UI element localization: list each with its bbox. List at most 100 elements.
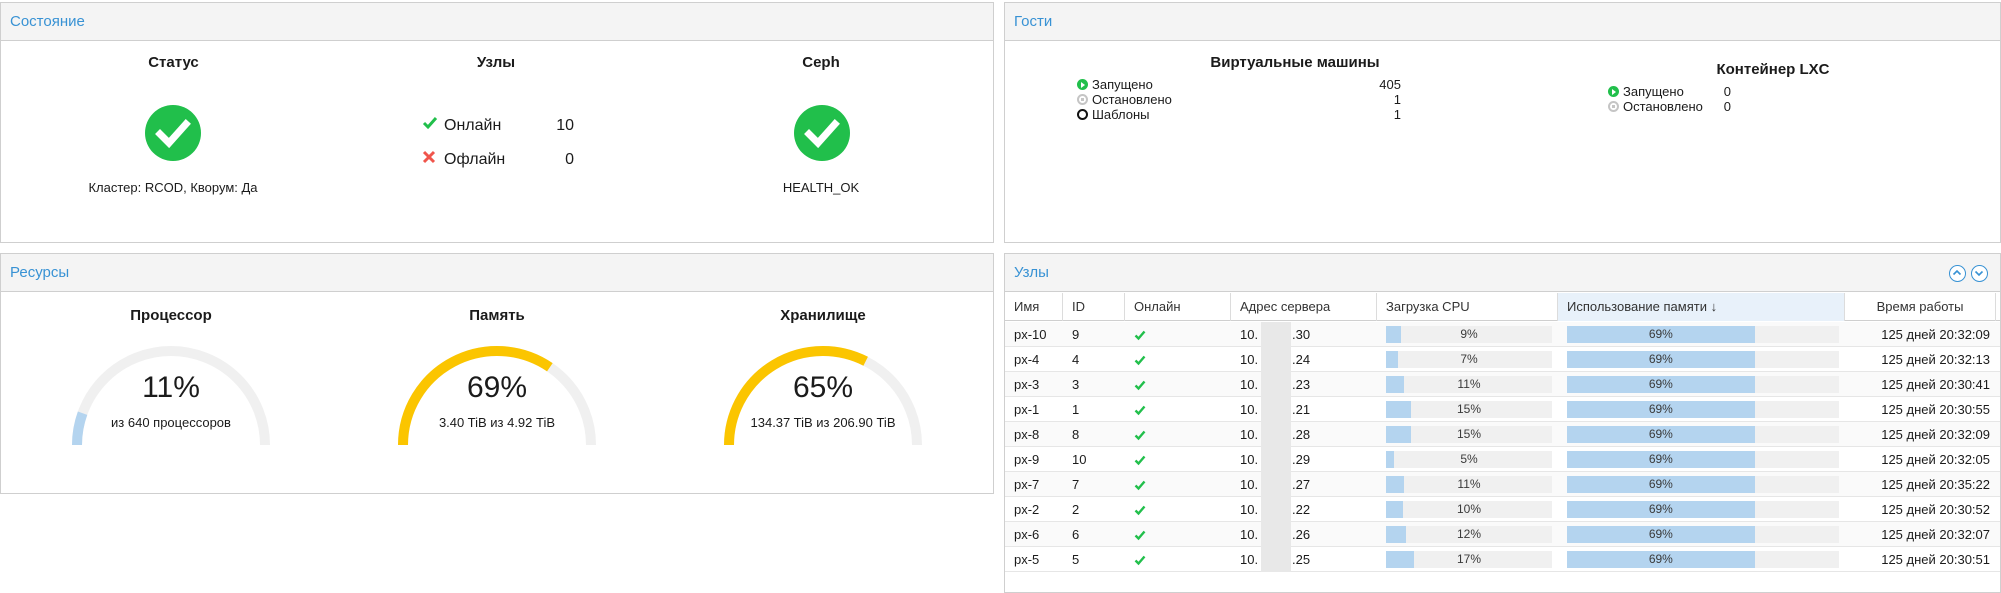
cpu-usage-text: 15%	[1456, 402, 1482, 416]
memory-usage-bar: 69%	[1567, 326, 1839, 343]
address-suffix: .30	[1292, 327, 1311, 342]
gauge-caption: 3.40 TiB из 4.92 TiB	[438, 415, 556, 430]
node-name: px-1	[1014, 402, 1040, 417]
address-prefix: 10.	[1240, 552, 1259, 567]
online-check-icon	[1125, 422, 1146, 447]
table-row[interactable]: px-5 5 10. .25 17% 69% 125 дней 20:30:51	[1005, 547, 2000, 572]
table-row[interactable]: px-3 3 10. .23 11% 69% 125 дней 20:30:41	[1005, 372, 2000, 397]
cpu-usage-bar: 11%	[1386, 376, 1552, 393]
cpu-usage-text: 5%	[1460, 452, 1478, 466]
guest-row: Остановлено	[1608, 99, 1703, 114]
guest-row: Запущено	[1077, 77, 1153, 92]
memory-usage-bar: 69%	[1567, 501, 1839, 518]
memory-usage-text: 69%	[1648, 402, 1673, 416]
guest-row: Запущено	[1608, 84, 1684, 99]
address-prefix: 10.	[1240, 402, 1259, 417]
node-id: 2	[1072, 502, 1080, 517]
cpu-usage-bar: 11%	[1386, 476, 1552, 493]
memory-usage-text: 69%	[1648, 477, 1673, 491]
col-memory[interactable]: Использование памяти ↓	[1558, 293, 1845, 321]
col-address[interactable]: Адрес сервера	[1231, 293, 1377, 321]
node-uptime: 125 дней 20:30:41	[1881, 377, 1990, 392]
node-uptime: 125 дней 20:32:09	[1881, 327, 1990, 342]
node-name: px-4	[1014, 352, 1040, 367]
cpu-usage-text: 11%	[1457, 477, 1481, 491]
memory-usage-text: 69%	[1648, 327, 1673, 341]
nodes-offline-row: Офлайн 0	[422, 150, 574, 169]
table-row[interactable]: px-1 1 10. .21 15% 69% 125 дней 20:30:55	[1005, 397, 2000, 422]
status-panel: Состояние Статус Кластер: RCOD, Кворум: …	[0, 2, 994, 243]
address-prefix: 10.	[1240, 327, 1259, 342]
memory-usage-bar: 69%	[1567, 351, 1839, 368]
online-label: Онлайн	[444, 116, 502, 134]
vms-heading: Виртуальные машины	[1210, 54, 1380, 71]
nodes-online-row: Онлайн 10	[422, 116, 574, 135]
guest-count: 0	[1723, 84, 1731, 99]
table-row[interactable]: px-6 6 10. .26 12% 69% 125 дней 20:32:07	[1005, 522, 2000, 547]
cpu-usage-text: 17%	[1456, 552, 1482, 566]
node-uptime: 125 дней 20:32:09	[1881, 427, 1990, 442]
table-row[interactable]: px-8 8 10. .28 15% 69% 125 дней 20:32:09	[1005, 422, 2000, 447]
address-prefix: 10.	[1240, 352, 1259, 367]
guest-count: 1	[1393, 92, 1401, 107]
address-suffix: .23	[1292, 377, 1311, 392]
address-suffix: .28	[1292, 427, 1311, 442]
memory-usage-text: 69%	[1648, 527, 1673, 541]
col-cpu[interactable]: Загрузка CPU	[1377, 293, 1558, 321]
memory-usage-text: 69%	[1648, 377, 1673, 391]
ceph-ok-icon[interactable]	[794, 105, 850, 161]
guests-panel: Гости Виртуальные машины Запущено 405 Оста…	[1004, 2, 2001, 243]
ceph-heading: Ceph	[802, 54, 840, 71]
table-row[interactable]: px-9 10 10. .29 5% 69% 125 дней 20:32:05	[1005, 447, 2000, 472]
gauge-percent: 69%	[466, 371, 528, 404]
col-id[interactable]: ID	[1063, 293, 1125, 321]
expand-down-icon[interactable]	[1971, 265, 1988, 282]
memory-usage-bar: 69%	[1567, 426, 1839, 443]
online-check-icon	[1125, 397, 1146, 422]
memory-usage-text: 69%	[1648, 427, 1673, 441]
node-name: px-3	[1014, 377, 1040, 392]
node-name: px-6	[1014, 527, 1040, 542]
node-uptime: 125 дней 20:32:05	[1881, 452, 1990, 467]
memory-usage-text: 69%	[1648, 452, 1673, 466]
table-row[interactable]: px-7 7 10. .27 11% 69% 125 дней 20:35:22	[1005, 472, 2000, 497]
cpu-usage-bar: 10%	[1386, 501, 1552, 518]
gauge-caption: из 640 процессоров	[111, 415, 231, 430]
memory-usage-text: 69%	[1648, 552, 1673, 566]
cpu-usage-bar: 17%	[1386, 551, 1552, 568]
gauge-caption: 134.37 TiB из 206.90 TiB	[750, 415, 896, 430]
col-online[interactable]: Онлайн	[1125, 293, 1231, 321]
collapse-up-icon[interactable]	[1949, 265, 1966, 282]
node-id: 9	[1072, 327, 1080, 342]
gauge-heading: Память	[469, 307, 525, 324]
node-id: 6	[1072, 527, 1080, 542]
table-row[interactable]: px-4 4 10. .24 7% 69% 125 дней 20:32:13	[1005, 347, 2000, 372]
node-name: px-5	[1014, 552, 1040, 567]
address-suffix: .27	[1292, 477, 1311, 492]
stopped-status-icon	[1077, 94, 1088, 105]
status-panel-title: Состояние	[1, 3, 993, 41]
resources-panel-title: Ресурсы	[1, 254, 993, 292]
guest-count: 0	[1723, 99, 1731, 114]
gauge-heading: Процессор	[130, 307, 212, 324]
table-row[interactable]: px-2 2 10. .22 10% 69% 125 дней 20:30:52	[1005, 497, 2000, 522]
table-row[interactable]: px-10 9 10. .30 9% 69% 125 дней 20:32:09	[1005, 322, 2000, 347]
address-prefix: 10.	[1240, 452, 1259, 467]
online-check-icon	[1125, 522, 1146, 547]
memory-usage-bar: 69%	[1567, 551, 1839, 568]
address-prefix: 10.	[1240, 527, 1259, 542]
address-prefix: 10.	[1240, 477, 1259, 492]
node-id: 1	[1072, 402, 1080, 417]
col-name[interactable]: Имя	[1005, 293, 1063, 321]
guest-row: Шаблоны	[1077, 107, 1150, 122]
guest-label: Шаблоны	[1092, 107, 1150, 122]
cluster-ok-icon	[145, 105, 201, 161]
address-suffix: .25	[1292, 552, 1311, 567]
address-suffix: .26	[1292, 527, 1311, 542]
cpu-usage-text: 10%	[1456, 502, 1482, 516]
node-uptime: 125 дней 20:30:51	[1881, 552, 1990, 567]
node-id: 4	[1072, 352, 1080, 367]
template-status-icon	[1077, 109, 1088, 120]
col-uptime[interactable]: Время работы	[1845, 293, 1996, 321]
nodes-heading: Узлы	[476, 54, 516, 71]
